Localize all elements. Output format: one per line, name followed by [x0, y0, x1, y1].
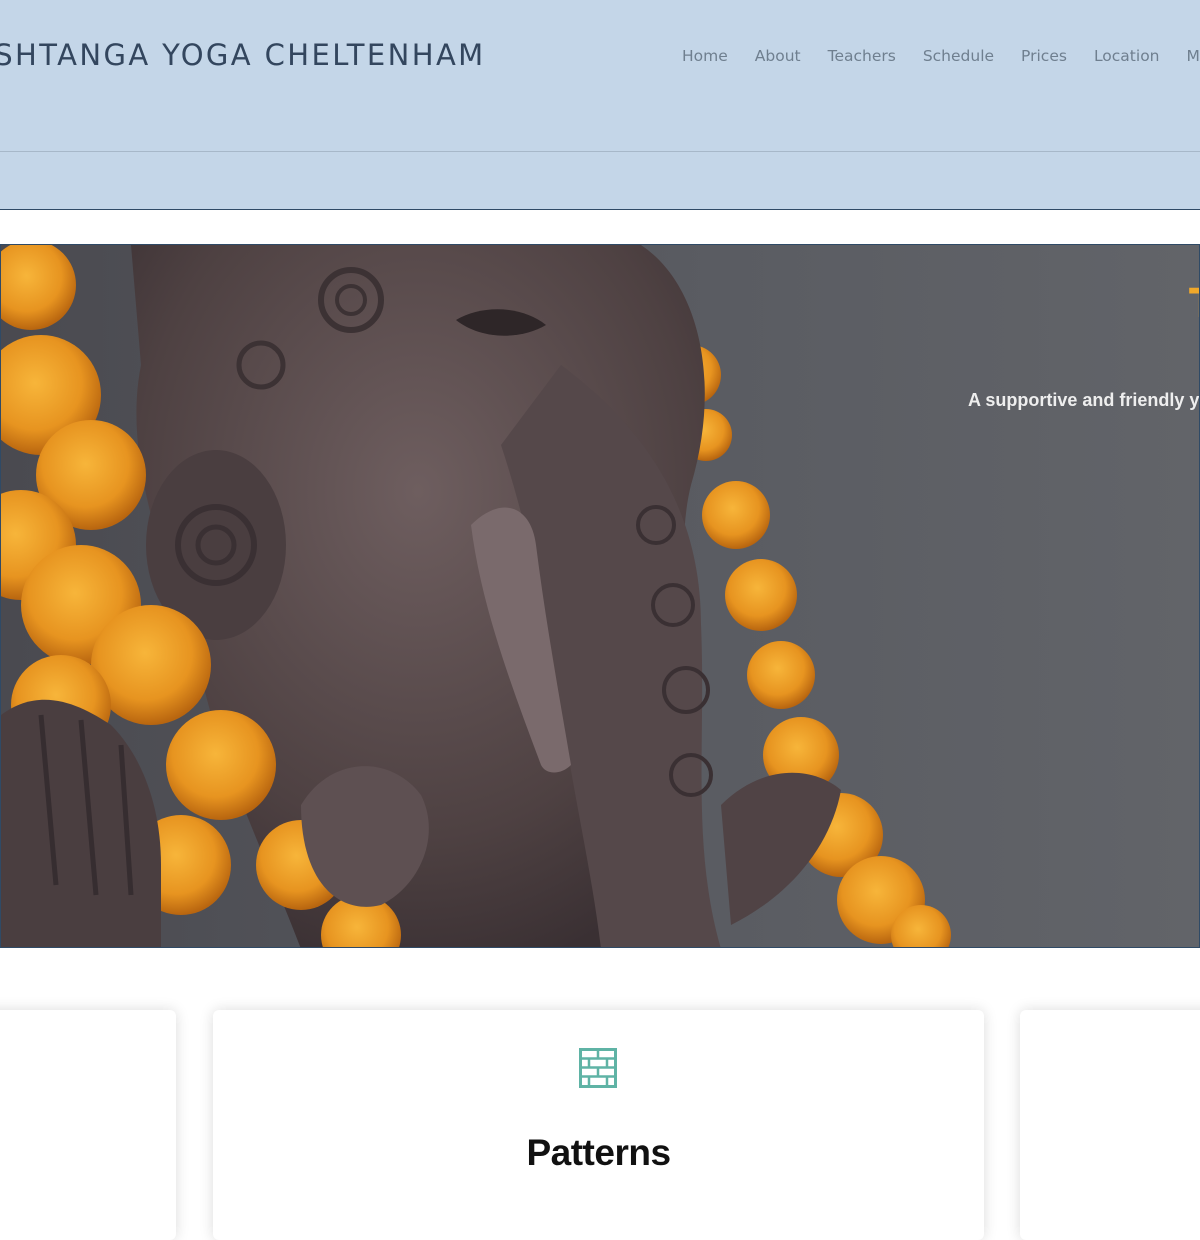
feature-card-right — [1020, 1010, 1200, 1240]
hero-ganesha-image — [1, 245, 1200, 948]
brick-wall-icon — [579, 1048, 617, 1088]
site-header: ASHTANGA YOGA CHELTENHAM Home About Teac… — [0, 0, 1200, 210]
hero-subtitle: A supportive and friendly y — [968, 390, 1199, 411]
nav-moon[interactable]: Moon — [1187, 47, 1200, 65]
site-title[interactable]: ASHTANGA YOGA CHELTENHAM — [0, 38, 486, 72]
feature-card-patterns: Patterns — [213, 1010, 984, 1240]
hero-title: T — [1189, 281, 1200, 327]
nav-teachers[interactable]: Teachers — [828, 47, 896, 65]
nav-about[interactable]: About — [755, 47, 801, 65]
feature-card-left — [0, 1010, 176, 1240]
hero-banner: T A supportive and friendly y — [0, 244, 1200, 948]
nav-home[interactable]: Home — [682, 47, 728, 65]
nav-prices[interactable]: Prices — [1021, 47, 1067, 65]
feature-title: Patterns — [213, 1132, 984, 1174]
header-divider — [0, 151, 1200, 152]
nav-location[interactable]: Location — [1094, 47, 1160, 65]
main-nav: Home About Teachers Schedule Prices Loca… — [682, 47, 1200, 65]
nav-schedule[interactable]: Schedule — [923, 47, 994, 65]
